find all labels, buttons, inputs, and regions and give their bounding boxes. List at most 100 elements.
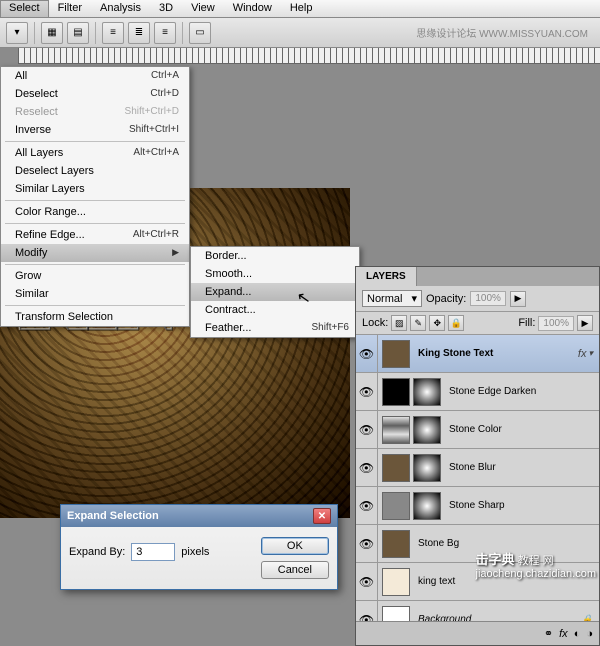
menuitem-reselect: ReselectShift+Ctrl+D [1,103,189,121]
layer-thumb[interactable] [382,416,410,444]
layer-row[interactable]: 👁 Stone Sharp [356,487,599,525]
fill-value[interactable]: 100% [538,316,574,331]
layer-row[interactable]: 👁 Stone Blur [356,449,599,487]
mask-icon[interactable]: ◐ [574,628,581,640]
menuitem-deselect-layers[interactable]: Deselect Layers [1,162,189,180]
layer-name[interactable]: King Stone Text [414,348,578,359]
footer-watermark: 击字典 教程 网 jiaocheng.chazidian.com [476,549,596,580]
menuitem-border-[interactable]: Border... [191,247,359,265]
layer-thumb[interactable] [382,530,410,558]
expand-selection-dialog: Expand Selection ✕ Expand By: pixels OK … [60,504,338,590]
layer-thumb[interactable] [382,340,410,368]
visibility-eye-icon[interactable]: 👁 [356,449,378,486]
layer-name[interactable]: Stone Color [445,424,599,435]
blend-mode-select[interactable]: Normal▾ [362,290,422,307]
menuitem-similar[interactable]: Similar [1,285,189,303]
expand-by-input[interactable] [131,543,175,561]
menuitem-color-range-[interactable]: Color Range... [1,203,189,221]
lock-pixels-icon[interactable]: ✎ [410,315,426,331]
visibility-eye-icon[interactable]: 👁 [356,601,378,621]
fill-label: Fill: [518,317,535,329]
pixels-label: pixels [181,546,209,558]
visibility-eye-icon[interactable]: 👁 [356,373,378,410]
menuitem-deselect[interactable]: DeselectCtrl+D [1,85,189,103]
close-icon[interactable]: ✕ [313,508,331,524]
menu-view[interactable]: View [182,0,224,17]
toolbar-icon[interactable]: ▤ [67,22,89,44]
layer-name[interactable]: Stone Bg [414,538,599,549]
visibility-eye-icon[interactable]: 👁 [356,335,378,372]
menubar: SelectFilterAnalysis3DViewWindowHelp [0,0,600,18]
layers-tab[interactable]: LAYERS [356,267,417,286]
toolbar-icon[interactable]: ≡ [154,22,176,44]
visibility-eye-icon[interactable]: 👁 [356,563,378,600]
toolbar-icon[interactable]: ▭ [189,22,211,44]
watermark-text: 思缘设计论坛 WWW.MISSYUAN.COM [416,25,594,40]
toolbar-icon[interactable]: ≣ [128,22,150,44]
opacity-value[interactable]: 100% [470,291,506,306]
menuitem-modify[interactable]: Modify▶ [1,244,189,262]
lock-all-icon[interactable]: 🔒 [448,315,464,331]
menu-3d[interactable]: 3D [150,0,182,17]
layer-row[interactable]: 👁 Stone Color [356,411,599,449]
menuitem-all[interactable]: AllCtrl+A [1,67,189,85]
menuitem-similar-layers[interactable]: Similar Layers [1,180,189,198]
menu-analysis[interactable]: Analysis [91,0,150,17]
layer-name[interactable]: Background [414,614,582,621]
menuitem-transform-selection[interactable]: Transform Selection [1,308,189,326]
menu-window[interactable]: Window [224,0,281,17]
visibility-eye-icon[interactable]: 👁 [356,411,378,448]
visibility-eye-icon[interactable]: 👁 [356,525,378,562]
fx-icon[interactable]: fx [559,628,568,640]
layer-thumb[interactable] [413,378,441,406]
lock-fill-row: Lock: ▨ ✎ ✥ 🔒 Fill: 100% ▶ [356,312,599,335]
menuitem-smooth-[interactable]: Smooth... [191,265,359,283]
cancel-button[interactable]: Cancel [261,561,329,579]
layers-footer: ⚭ fx ◐ ◑ [356,621,599,645]
layer-row[interactable]: 👁Background🔒 [356,601,599,621]
layer-thumb[interactable] [413,492,441,520]
layer-row[interactable]: 👁 King Stone Textfx ▾ [356,335,599,373]
layer-thumb[interactable] [413,454,441,482]
layer-thumb[interactable] [413,416,441,444]
fx-badge[interactable]: fx ▾ [578,348,599,360]
layer-thumb[interactable] [382,492,410,520]
menuitem-inverse[interactable]: InverseShift+Ctrl+I [1,121,189,139]
layer-name[interactable]: Stone Blur [445,462,599,473]
menuitem-feather-[interactable]: Feather...Shift+F6 [191,319,359,337]
menuitem-grow[interactable]: Grow [1,267,189,285]
adjustment-icon[interactable]: ◑ [586,628,593,640]
opacity-slider-icon[interactable]: ▶ [510,291,526,307]
layer-thumb[interactable] [382,454,410,482]
menuitem-refine-edge-[interactable]: Refine Edge...Alt+Ctrl+R [1,226,189,244]
link-layers-icon[interactable]: ⚭ [544,627,553,640]
toolbar-icon[interactable]: ▦ [41,22,63,44]
menuitem-all-layers[interactable]: All LayersAlt+Ctrl+A [1,144,189,162]
layer-name[interactable]: Stone Sharp [445,500,599,511]
layer-thumb[interactable] [382,378,410,406]
panel-tabs: LAYERS [356,267,599,286]
menu-filter[interactable]: Filter [49,0,91,17]
layer-thumb[interactable] [382,568,410,596]
layers-panel: LAYERS Normal▾ Opacity: 100% ▶ Lock: ▨ ✎… [355,266,600,646]
menu-help[interactable]: Help [281,0,322,17]
dialog-titlebar[interactable]: Expand Selection ✕ [61,505,337,527]
expand-by-label: Expand By: [69,546,125,558]
fill-slider-icon[interactable]: ▶ [577,315,593,331]
menuitem-contract-[interactable]: Contract... [191,301,359,319]
toolbar-icon[interactable]: ≡ [102,22,124,44]
layer-row[interactable]: 👁 Stone Edge Darken [356,373,599,411]
menu-select[interactable]: Select [0,0,49,17]
blend-opacity-row: Normal▾ Opacity: 100% ▶ [356,286,599,312]
visibility-eye-icon[interactable]: 👁 [356,487,378,524]
lock-transparent-icon[interactable]: ▨ [391,315,407,331]
layer-name[interactable]: Stone Edge Darken [445,386,599,397]
menuitem-expand-[interactable]: Expand... [191,283,359,301]
ruler-horizontal[interactable] [18,48,600,64]
select-menu-dropdown: AllCtrl+ADeselectCtrl+DReselectShift+Ctr… [0,66,190,327]
ok-button[interactable]: OK [261,537,329,555]
lock-position-icon[interactable]: ✥ [429,315,445,331]
layer-thumb[interactable] [382,606,410,622]
chevron-down-icon: ▾ [411,292,417,305]
tool-preset[interactable]: ▾ [6,22,28,44]
